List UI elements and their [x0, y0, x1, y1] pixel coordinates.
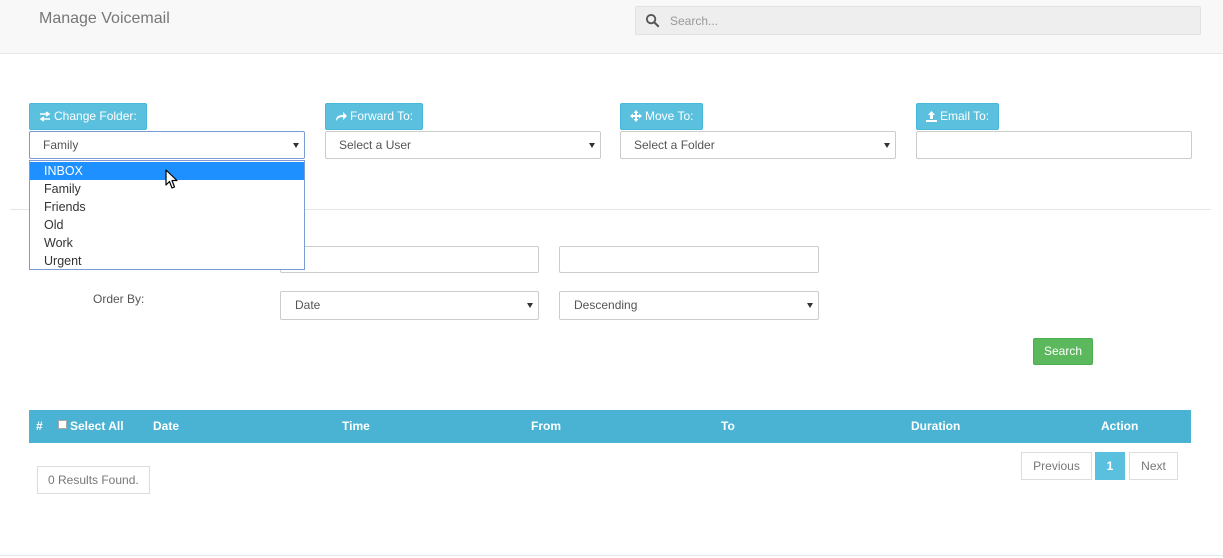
email-to-button[interactable]: Email To:	[916, 103, 1000, 130]
footer-divider	[0, 555, 1223, 556]
date-from-input[interactable]	[280, 246, 539, 273]
global-search-box[interactable]	[635, 6, 1201, 35]
user-select[interactable]: Select a User	[325, 131, 601, 159]
search-input[interactable]	[668, 7, 1188, 34]
search-icon	[645, 13, 660, 28]
column-action: Action	[1101, 419, 1139, 433]
folder-option[interactable]: Work	[30, 234, 304, 252]
move-to-button[interactable]: Move To:	[620, 103, 704, 130]
column-select-all[interactable]: Select All	[58, 410, 124, 443]
share-icon	[336, 112, 347, 121]
email-to-label: Email To:	[940, 109, 990, 123]
page-title: Manage Voicemail	[39, 10, 170, 27]
chevron-down-icon	[884, 143, 890, 148]
order-by-label: Order By:	[93, 292, 145, 306]
order-field-select[interactable]: Date	[280, 291, 539, 320]
previous-page-button[interactable]: Previous	[1021, 452, 1092, 480]
forward-to-button[interactable]: Forward To:	[325, 103, 424, 130]
folder-select[interactable]: Family	[29, 131, 305, 159]
mouse-cursor-icon	[165, 169, 178, 189]
results-count: 0 Results Found.	[37, 466, 150, 494]
move-to-label: Move To:	[645, 109, 694, 123]
move-folder-select-value: Select a Folder	[634, 138, 715, 152]
top-bar: Manage Voicemail	[0, 0, 1223, 54]
page-1-button[interactable]: 1	[1095, 452, 1125, 480]
next-page-button[interactable]: Next	[1129, 452, 1178, 480]
column-to[interactable]: To	[721, 410, 735, 443]
table-header: # Select All Date Time From To Duration …	[29, 410, 1191, 443]
column-duration[interactable]: Duration	[911, 410, 960, 443]
move-folder-select[interactable]: Select a Folder	[620, 131, 896, 159]
exchange-icon	[39, 111, 51, 122]
change-folder-button[interactable]: Change Folder:	[29, 103, 147, 130]
folder-select-value: Family	[43, 138, 79, 152]
chevron-down-icon	[293, 143, 299, 148]
folder-option[interactable]: Urgent	[30, 252, 304, 270]
search-button[interactable]: Search	[1033, 338, 1093, 365]
date-to-input[interactable]	[559, 246, 819, 273]
forward-to-label: Forward To:	[350, 109, 414, 123]
chevron-down-icon	[527, 303, 533, 308]
column-number: #	[36, 419, 43, 433]
chevron-down-icon	[807, 303, 813, 308]
change-folder-label: Change Folder:	[54, 109, 137, 123]
user-select-value: Select a User	[339, 138, 412, 152]
chevron-down-icon	[589, 143, 595, 148]
upload-icon	[926, 111, 937, 122]
email-to-input[interactable]	[916, 131, 1192, 159]
column-time[interactable]: Time	[342, 410, 370, 443]
move-icon	[630, 110, 642, 122]
order-direction-select[interactable]: Descending	[559, 291, 819, 320]
order-direction-value: Descending	[574, 298, 638, 312]
column-date[interactable]: Date	[153, 410, 179, 443]
folder-option[interactable]: Old	[30, 216, 304, 234]
select-all-checkbox[interactable]	[58, 420, 67, 429]
column-from[interactable]: From	[531, 410, 561, 443]
folder-option[interactable]: Friends	[30, 198, 304, 216]
order-field-value: Date	[295, 298, 321, 312]
select-all-label: Select All	[70, 419, 124, 433]
